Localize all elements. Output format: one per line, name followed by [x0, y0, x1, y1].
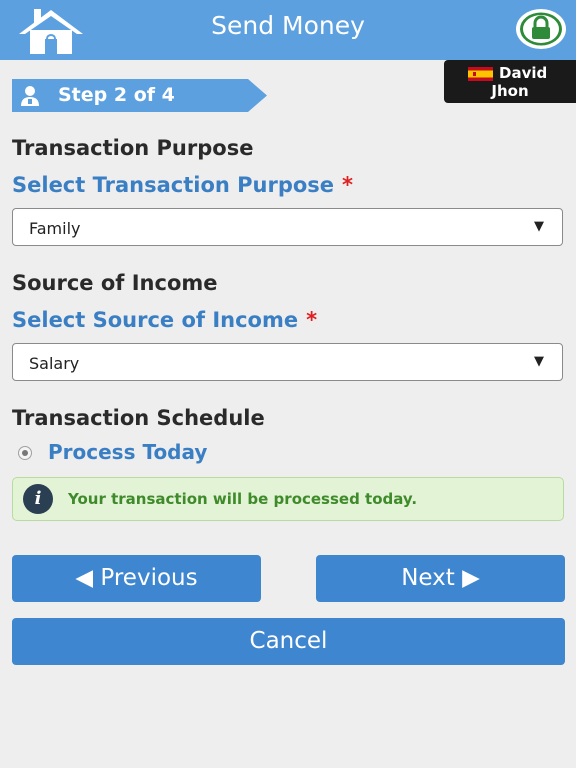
schedule-info-alert: i Your transaction will be processed tod… [12, 477, 564, 521]
transaction-purpose-heading: Transaction Purpose [12, 136, 254, 160]
dropdown-arrow-icon: ▼ [534, 354, 544, 369]
required-marker: * [342, 173, 354, 197]
source-of-income-select[interactable]: Salary ▼ [12, 343, 563, 381]
cancel-button[interactable]: Cancel [12, 618, 565, 665]
transaction-purpose-select[interactable]: Family ▼ [12, 208, 563, 246]
spain-flag-icon [468, 67, 493, 81]
transaction-purpose-label: Select Transaction Purpose * [12, 173, 353, 197]
step-label: Step 2 of 4 [58, 84, 175, 106]
previous-button[interactable]: ◀ Previous [12, 555, 261, 602]
logout-button[interactable] [514, 7, 568, 51]
user-first-name: David [499, 64, 548, 82]
user-icon [21, 86, 39, 106]
user-badge[interactable]: David Jhon [444, 60, 576, 103]
transaction-schedule-heading: Transaction Schedule [12, 406, 265, 430]
source-of-income-label: Select Source of Income * [12, 308, 317, 332]
next-button[interactable]: Next ▶ [316, 555, 565, 602]
user-last-name: Jhon [491, 82, 529, 100]
lock-icon [516, 9, 566, 49]
info-icon: i [23, 484, 53, 514]
source-of-income-label-text: Select Source of Income [12, 308, 299, 332]
transaction-purpose-label-text: Select Transaction Purpose [12, 173, 335, 197]
page-title: Send Money [211, 11, 365, 40]
dropdown-arrow-icon: ▼ [534, 219, 544, 234]
source-of-income-value: Salary [29, 354, 80, 373]
schedule-info-text: Your transaction will be processed today… [68, 490, 418, 508]
header-bar: Send Money [0, 0, 576, 60]
step-indicator: Step 2 of 4 [12, 79, 267, 112]
transaction-purpose-value: Family [29, 219, 81, 238]
required-marker: * [306, 308, 318, 332]
source-of-income-heading: Source of Income [12, 271, 218, 295]
process-today-label: Process Today [48, 440, 208, 464]
process-today-radio[interactable] [18, 446, 32, 460]
